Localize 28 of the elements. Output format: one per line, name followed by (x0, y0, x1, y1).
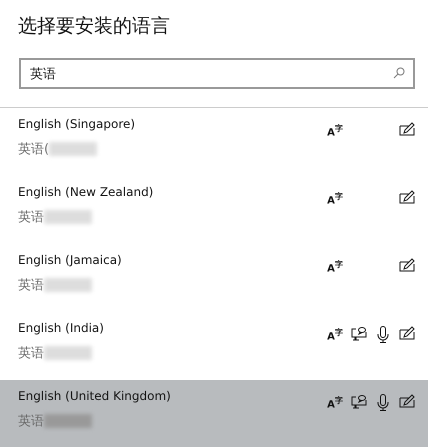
display-language-icon: A$^{字}$ (327, 326, 343, 343)
language-name: English (Singapore) (18, 117, 136, 131)
language-name: English (New Zealand) (18, 185, 154, 199)
language-item[interactable]: English (India) 英语 A$^{字}$ (0, 312, 428, 380)
language-name: English (United Kingdom) (18, 389, 172, 403)
search-field[interactable]: 英语 (19, 58, 415, 89)
display-language-icon: A$^{字}$ (327, 190, 343, 206)
language-item[interactable]: English (New Zealand) 英语 A$^{字}$ (0, 176, 428, 244)
display-language-icon: A$^{字}$ (327, 394, 343, 411)
blur-patch (44, 210, 92, 224)
display-language-icon: A$^{字}$ (327, 122, 343, 138)
language-item[interactable]: English (United Kingdom) 英语 A$^{字}$ (0, 380, 428, 447)
display-language-icon: A$^{字}$ (327, 258, 343, 274)
native-name: 英语 (18, 413, 44, 430)
language-name: English (India) (18, 321, 105, 335)
blur-patch (49, 142, 98, 156)
blur-patch (44, 278, 92, 292)
native-name: 英语 (18, 209, 44, 226)
page-title: 选择要安装的语言 (17, 14, 171, 39)
blur-patch (44, 414, 92, 428)
native-name: 英语 (18, 277, 44, 294)
search-icon (393, 67, 405, 79)
blur-patch (44, 346, 92, 360)
native-name: 英语 (18, 345, 44, 362)
language-item[interactable]: English (Jamaica) 英语 A$^{字}$ (0, 244, 428, 312)
language-name: English (Jamaica) (18, 253, 123, 267)
language-item[interactable]: English (Singapore) 英语( A$^{字}$ (0, 108, 428, 176)
native-name: 英语( (18, 141, 50, 158)
